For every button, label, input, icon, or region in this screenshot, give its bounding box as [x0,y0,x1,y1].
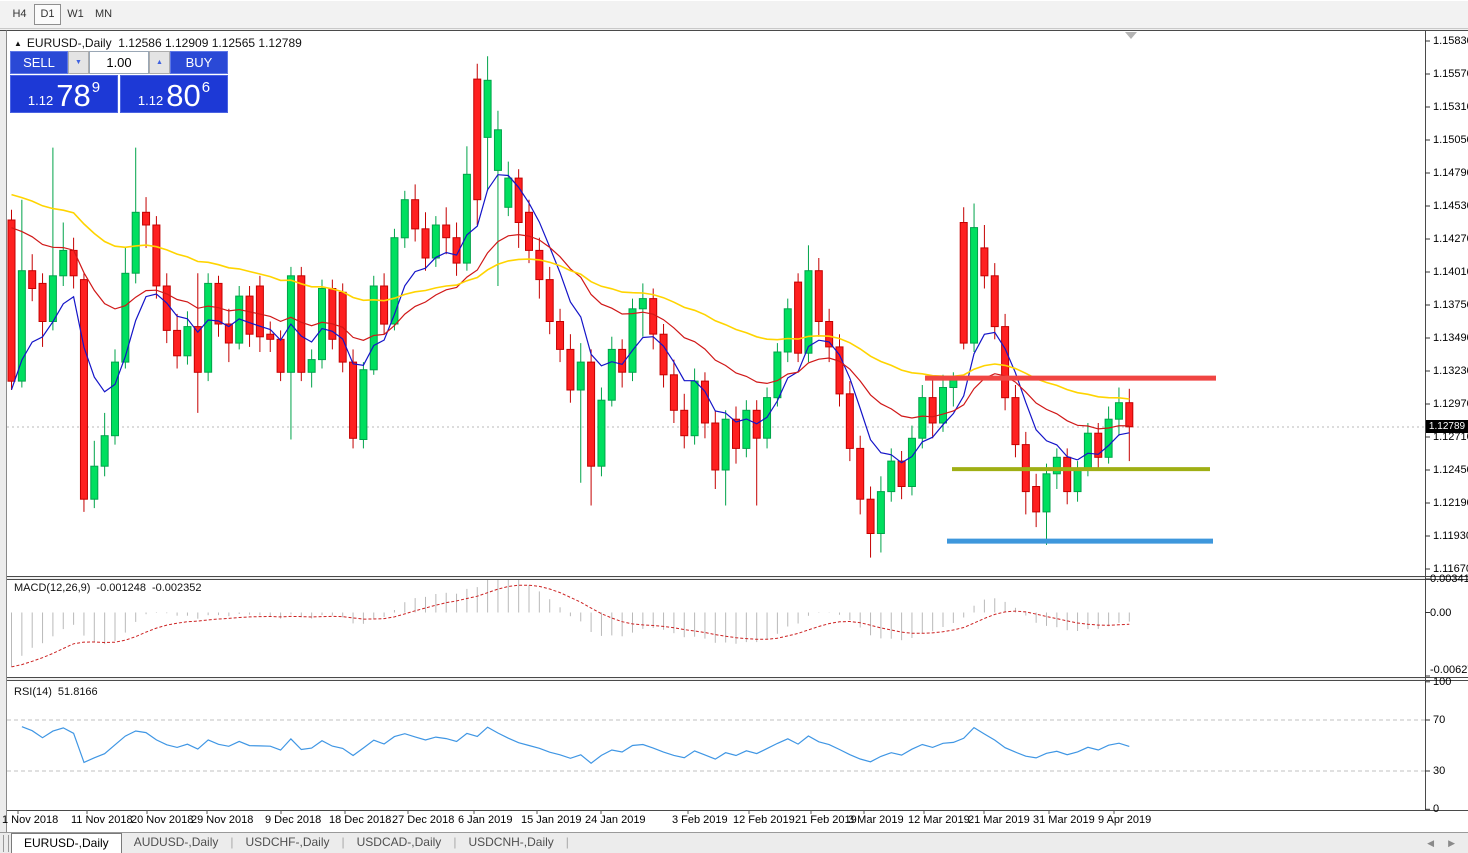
tab-scroll-arrows: ◀ ▶ [1420,833,1468,853]
sell-pipette: 9 [92,79,100,96]
rsi-name: RSI(14) [14,686,52,698]
lot-decrease-button[interactable]: ▼ [68,51,89,74]
spin-up-icon: ▲ [156,59,163,66]
tab-bar-grip[interactable] [3,835,9,852]
buy-quote-button[interactable]: 1.12 80 6 [120,75,228,113]
rsi-value: 51.8166 [58,686,98,698]
macd-label: MACD(12,26,9) -0.001248 -0.002352 [14,582,208,594]
macd-value-main: -0.001248 [96,582,146,594]
macd-value-signal: -0.002352 [152,582,202,594]
rsi-panel-area[interactable] [7,681,1425,810]
scroll-to-end-marker-icon[interactable] [1125,32,1137,39]
chart-tab-eurusd[interactable]: EURUSD-,Daily [11,833,122,853]
tab-scroll-left-icon[interactable]: ◀ [1420,838,1441,849]
macd-name: MACD(12,26,9) [14,582,90,594]
buy-big-figure: 1.12 [138,93,163,108]
chart-tab-usdchf[interactable]: USDCHF-,Daily [234,833,342,853]
tab-scroll-right-icon[interactable]: ▶ [1441,838,1462,849]
chart-tab-bar: EURUSD-,DailyAUDUSD-,Daily | USDCHF-,Daily… [0,832,1468,853]
chart-title: ▲ EURUSD-,Daily 1.12586 1.12909 1.12565 1… [14,36,302,50]
buy-button[interactable]: BUY [170,51,228,74]
sell-quote-button[interactable]: 1.12 78 9 [10,75,118,113]
chart-tab-usdcnh[interactable]: USDCNH-,Daily [456,833,565,853]
tabs-container: EURUSD-,DailyAUDUSD-,Daily | USDCHF-,Daily… [11,833,569,853]
trading-platform-window: H4D1W1MN ▲ EURUSD-,Daily 1.12586 1.12909 … [0,0,1468,853]
chart-tab-audusd[interactable]: AUDUSD-,Daily [122,833,231,853]
lot-increase-button[interactable]: ▲ [149,51,170,74]
sell-big-figure: 1.12 [28,93,53,108]
one-click-trading-panel: SELL ▼ ▲ BUY 1.12 78 9 1.12 80 6 [10,51,230,113]
collapse-indicator-icon[interactable]: ▲ [14,39,22,48]
tab-separator: | [566,833,569,853]
sell-button[interactable]: SELL [10,51,68,74]
timeframe-toolbar: H4D1W1MN [0,0,1468,29]
timeframe-button-d1[interactable]: D1 [34,4,61,25]
buy-pipette: 6 [202,79,210,96]
lot-size-input[interactable] [89,51,149,74]
chart-symbol-period: EURUSD-,Daily [27,36,112,50]
current-price-tag: 1.12789 [1426,420,1468,433]
time-axis[interactable] [7,811,1468,832]
rsi-label: RSI(14) 51.8166 [14,686,104,698]
timeframe-button-w1[interactable]: W1 [62,4,89,25]
left-panel-splitter[interactable] [0,30,7,853]
spin-down-icon: ▼ [75,59,82,66]
chart-tab-usdcad[interactable]: USDCAD-,Daily [345,833,454,853]
buy-pips: 80 [166,80,200,111]
sell-pips: 78 [56,80,90,111]
chart-ohlc-values: 1.12586 1.12909 1.12565 1.12789 [118,36,302,50]
macd-panel-area[interactable] [7,580,1425,677]
timeframe-button-mn[interactable]: MN [90,4,117,25]
timeframe-button-h4[interactable]: H4 [6,4,33,25]
